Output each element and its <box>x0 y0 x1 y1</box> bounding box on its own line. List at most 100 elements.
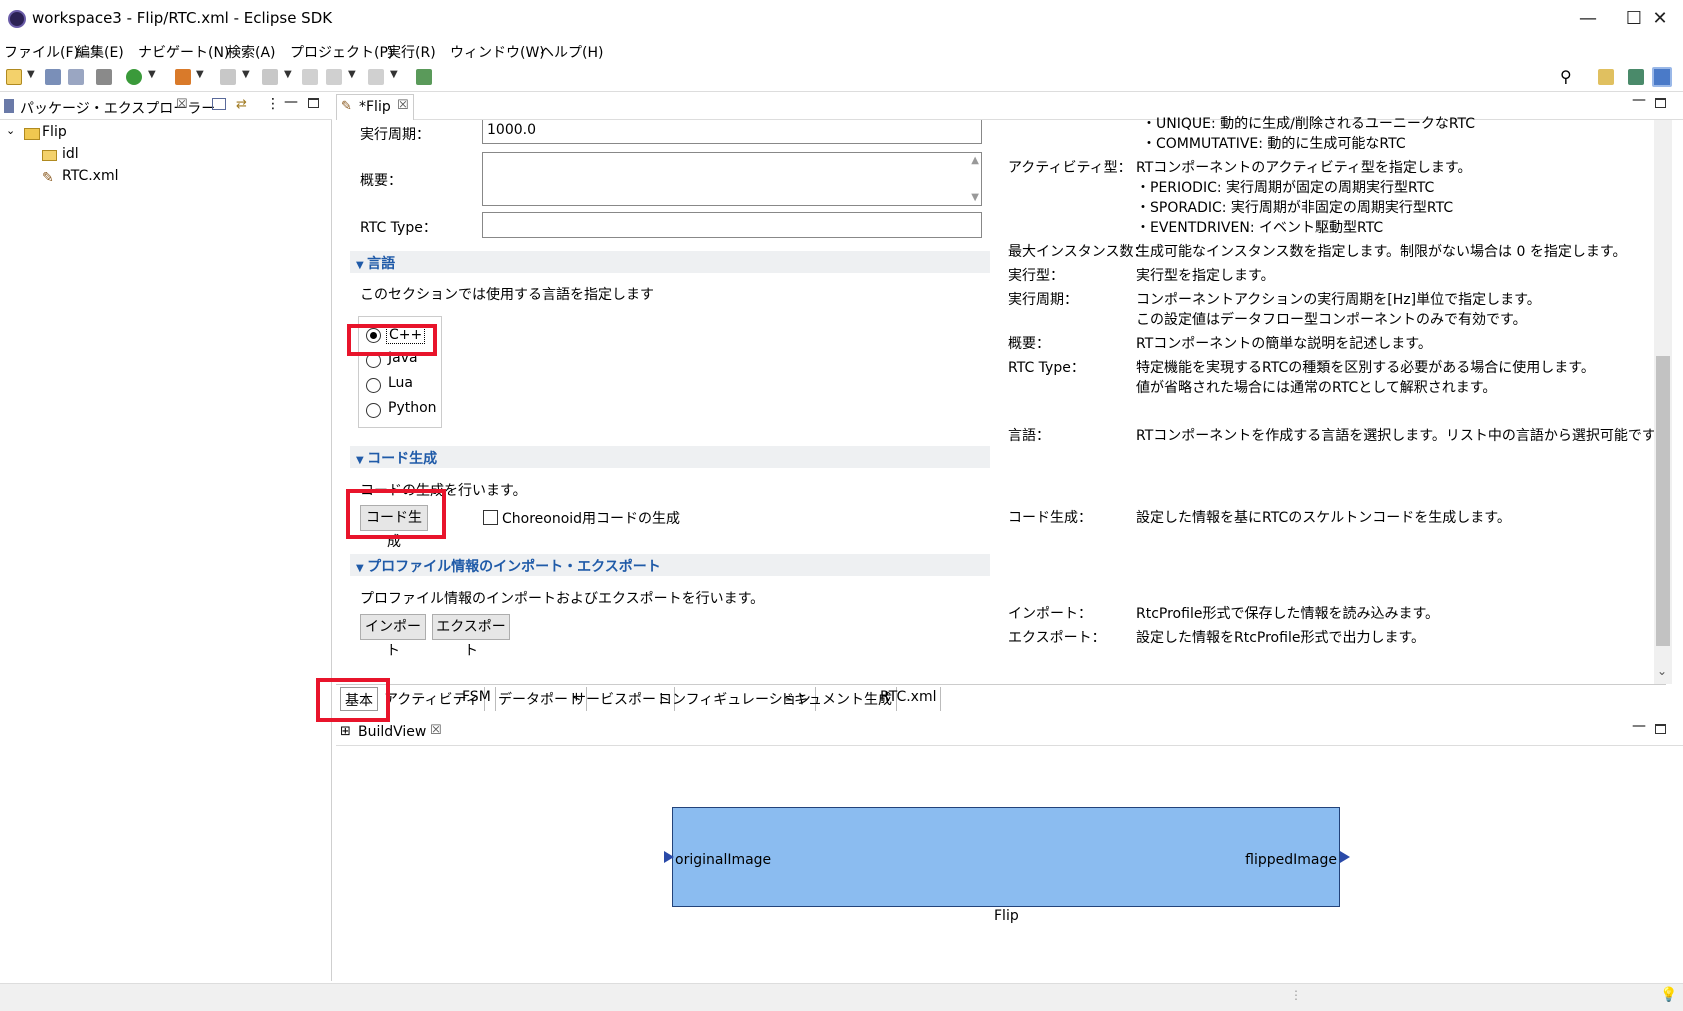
import-button[interactable]: インポート <box>360 614 426 659</box>
help-rtc-type-label: RTC Type： <box>1008 360 1085 376</box>
help-unique-line: ・UNIQUE: 動的に生成/削除されるユーニークなRTC <box>1142 116 1476 132</box>
minimize-view-icon[interactable]: — <box>1632 92 1646 108</box>
help-export-text: 設定した情報をRtcProfile形式で出力します。 <box>1136 630 1426 646</box>
scroll-down-icon[interactable]: ▼ <box>971 192 979 203</box>
chevron-down-icon[interactable]: ⌄ <box>1657 664 1667 678</box>
tree-item-flip[interactable]: Flip <box>42 124 67 140</box>
export-button[interactable]: エクスポート <box>432 614 510 659</box>
maximize-view-icon[interactable] <box>1655 724 1666 734</box>
profile-section-header[interactable]: ▼ プロファイル情報のインポート・エクスポート <box>350 554 990 576</box>
open-perspective-icon[interactable] <box>1598 69 1614 85</box>
chevron-down-icon: ▼ <box>356 563 368 574</box>
forward-icon[interactable] <box>368 69 384 85</box>
search-icon[interactable]: ⚲ <box>1560 67 1572 86</box>
highlight-box-codegen <box>346 489 446 539</box>
close-icon[interactable]: ☒ <box>430 723 442 738</box>
menu-file[interactable]: ファイル(F) <box>4 42 79 62</box>
chevron-down-icon[interactable]: ▼ <box>148 69 156 80</box>
build-view-tabbar: ⊞ BuildView ☒ — <box>336 718 1683 746</box>
help-import-label: インポート： <box>1008 606 1092 622</box>
maximize-view-icon[interactable] <box>1655 98 1666 108</box>
chevron-down-icon[interactable]: ▼ <box>196 69 204 80</box>
package-explorer-icon <box>4 99 14 113</box>
view-menu-icon[interactable]: ⋮ <box>266 96 280 112</box>
back-icon[interactable] <box>326 69 342 85</box>
rtc-component-block[interactable]: originalImage flippedImage <box>672 807 1340 907</box>
build-view-tab-label[interactable]: BuildView <box>358 724 426 740</box>
tree-item-rtc-xml[interactable]: RTC.xml <box>62 168 118 184</box>
minimize-view-icon[interactable]: — <box>1632 718 1646 734</box>
out-port-marker[interactable] <box>1340 851 1350 863</box>
close-icon[interactable]: ☒ <box>176 97 188 112</box>
chevron-down-icon[interactable]: ▼ <box>390 69 398 80</box>
chevron-down-icon: ▼ <box>356 455 368 466</box>
collapse-all-icon[interactable] <box>212 98 226 110</box>
editor-scrollbar-thumb[interactable] <box>1656 356 1670 646</box>
editor-tabbar: ✎ *Flip ☒ — <box>336 92 1683 120</box>
minimize-button[interactable]: — <box>1565 4 1611 34</box>
radio-lua-label[interactable]: Lua <box>388 375 413 391</box>
help-rtc-type-line-1: 特定機能を実現するRTCの種類を区別する必要がある場合に使用します。 <box>1136 360 1595 376</box>
highlight-box-basic-tab <box>316 678 390 722</box>
editor-tab-flip[interactable]: ✎ *Flip ☒ <box>336 94 414 120</box>
profile-section-title: プロファイル情報のインポート・エクスポート <box>367 559 661 575</box>
maximize-view-icon[interactable] <box>308 98 319 108</box>
help-max-instance-label: 最大インスタンス数： <box>1008 244 1148 260</box>
chevron-down-icon[interactable]: ▼ <box>242 69 250 80</box>
overview-textarea[interactable]: ▲ ▼ <box>482 152 982 206</box>
rtc-editor: ✎ *Flip ☒ — 実行周期： 1000.0 概要： ▲ ▼ RTC Typ… <box>336 92 1683 716</box>
status-bar: ⋮ 💡 <box>0 983 1683 1011</box>
editor-scrollbar[interactable]: ⌄ <box>1654 120 1672 684</box>
pin-editor-icon[interactable] <box>416 69 432 85</box>
menu-project[interactable]: プロジェクト(P) <box>290 42 393 62</box>
help-activity-label: アクティビティ型： <box>1008 160 1132 176</box>
menu-run[interactable]: 実行(R) <box>387 42 436 62</box>
lightbulb-icon[interactable]: 💡 <box>1660 987 1677 1003</box>
chevron-down-icon[interactable]: ▼ <box>284 69 292 80</box>
link-editor-icon[interactable]: ⇄ <box>236 97 247 112</box>
menu-help[interactable]: ヘルプ(H) <box>540 42 603 62</box>
help-exec-type-label: 実行型： <box>1008 268 1064 284</box>
page-tab-fsm[interactable]: FSM <box>458 687 496 711</box>
menu-search[interactable]: 検索(A) <box>227 42 276 62</box>
choreonoid-checkbox[interactable] <box>483 510 498 525</box>
component-name-label: Flip <box>994 908 1019 924</box>
hammer-icon: ✎ <box>42 170 54 186</box>
radio-lua[interactable] <box>366 378 381 393</box>
minimize-view-icon[interactable]: — <box>284 94 298 110</box>
language-section-header[interactable]: ▼ 言語 <box>350 251 990 273</box>
close-icon[interactable]: ☒ <box>397 98 409 113</box>
rtc-type-input[interactable] <box>482 212 982 238</box>
radio-python[interactable] <box>366 403 381 418</box>
next-annotation-icon[interactable] <box>220 69 236 85</box>
tree-item-idl[interactable]: idl <box>62 146 79 162</box>
chevron-down-icon[interactable]: ▼ <box>348 69 356 80</box>
chevron-down-icon[interactable]: ▼ <box>27 69 35 80</box>
java-perspective-icon[interactable] <box>1628 69 1644 85</box>
last-edit-icon[interactable] <box>302 69 318 85</box>
chevron-down-icon[interactable]: ⌄ <box>6 124 15 137</box>
close-button[interactable]: ✕ <box>1637 4 1683 34</box>
choreonoid-checkbox-label[interactable]: Choreonoid用コードの生成 <box>502 508 680 528</box>
run-icon[interactable] <box>126 69 142 85</box>
save-icon[interactable] <box>45 69 61 85</box>
hammer-icon: ✎ <box>341 99 352 114</box>
save-all-icon[interactable] <box>68 69 84 85</box>
status-separator-icon: ⋮ <box>1290 988 1302 1002</box>
menu-navigate[interactable]: ナビゲート(N) <box>138 42 229 62</box>
new-icon[interactable] <box>6 69 22 85</box>
codegen-section-header[interactable]: ▼ コード生成 <box>350 446 990 468</box>
external-tools-icon[interactable] <box>175 69 191 85</box>
package-explorer-tabbar: パッケージ・エクスプローラー ☒ ⇄ ⋮ — <box>0 94 332 120</box>
prev-annotation-icon[interactable] <box>262 69 278 85</box>
radio-python-label[interactable]: Python <box>388 400 437 416</box>
in-port-marker[interactable] <box>664 851 674 863</box>
scroll-up-icon[interactable]: ▲ <box>971 155 979 166</box>
menu-edit[interactable]: 編集(E) <box>76 42 124 62</box>
page-tab-rtc-xml[interactable]: RTC.xml <box>876 687 942 711</box>
period-input[interactable]: 1000.0 <box>482 120 982 144</box>
rt-perspective-icon[interactable] <box>1652 67 1672 87</box>
build-icon[interactable] <box>96 69 112 85</box>
codegen-section-title: コード生成 <box>367 451 438 467</box>
menu-window[interactable]: ウィンドウ(W) <box>450 42 545 62</box>
